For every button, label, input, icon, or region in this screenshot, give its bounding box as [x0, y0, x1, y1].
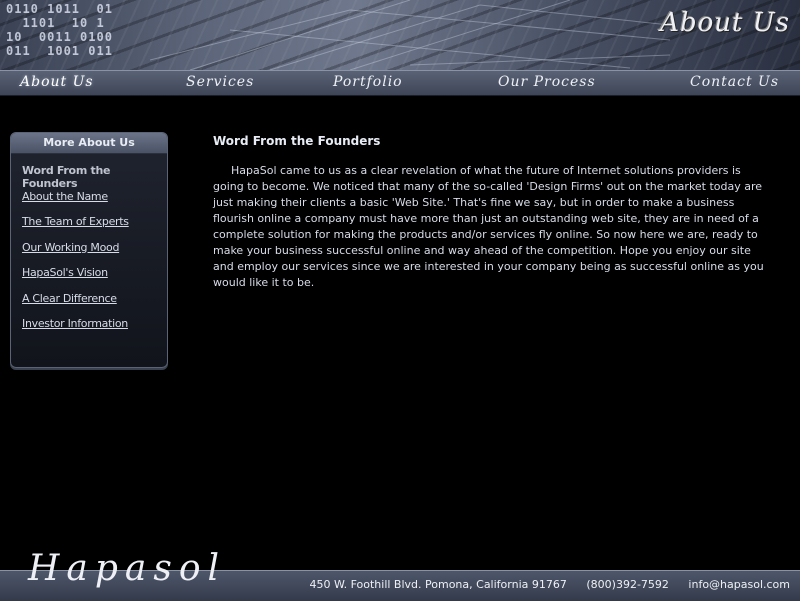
sidebar-link-clear-difference[interactable]: A Clear Difference — [22, 292, 117, 305]
sidebar-item-investor-information: Investor Information — [22, 317, 167, 343]
sidebar-link-vision[interactable]: HapaSol's Vision — [22, 266, 108, 279]
nav-services[interactable]: Services — [186, 74, 254, 90]
page-heading: About Us — [660, 8, 790, 38]
nav-portfolio[interactable]: Portfolio — [333, 74, 403, 90]
sidebar-item-vision: HapaSol's Vision — [22, 266, 167, 292]
sidebar: More About Us Word From the Founders Abo… — [10, 132, 168, 368]
content-body: HapaSol came to us as a clear revelation… — [213, 164, 764, 289]
sidebar-item-about-the-name: About the Name — [22, 190, 167, 216]
sidebar-item-label: Word From the Founders — [22, 164, 111, 190]
footer-address: 450 W. Foothill Blvd. Pomona, California… — [309, 578, 567, 591]
main-nav: About Us Services Portfolio Our Process … — [0, 70, 800, 96]
sidebar-list: Word From the Founders About the Name Th… — [11, 154, 167, 343]
nav-contact-us[interactable]: Contact Us — [690, 74, 779, 90]
sidebar-item-word-from-the-founders: Word From the Founders — [22, 164, 167, 190]
sidebar-item-team-of-experts: The Team of Experts — [22, 215, 167, 241]
nav-our-process[interactable]: Our Process — [498, 74, 596, 90]
sidebar-link-about-the-name[interactable]: About the Name — [22, 190, 108, 203]
footer-email[interactable]: info@hapasol.com — [688, 578, 790, 591]
sidebar-link-working-mood[interactable]: Our Working Mood — [22, 241, 119, 254]
footer-logo[interactable]: Hapasol — [28, 548, 226, 589]
footer-phone: (800)392-7592 — [586, 578, 669, 591]
sidebar-link-investor-information[interactable]: Investor Information — [22, 317, 128, 330]
sidebar-item-clear-difference: A Clear Difference — [22, 292, 167, 318]
header-banner: 0110 1011 01 1101 10 1 10 0011 0100 011 … — [0, 0, 800, 70]
footer-contact-info: 450 W. Foothill Blvd. Pomona, California… — [293, 578, 790, 591]
main-content: Word From the Founders HapaSol came to u… — [213, 134, 765, 291]
banner-graphic — [150, 0, 670, 70]
sidebar-title: More About Us — [11, 133, 167, 154]
content-heading: Word From the Founders — [213, 134, 381, 148]
sidebar-link-team-of-experts[interactable]: The Team of Experts — [22, 215, 129, 228]
nav-about-us[interactable]: About Us — [20, 74, 94, 90]
sidebar-item-working-mood: Our Working Mood — [22, 241, 167, 267]
